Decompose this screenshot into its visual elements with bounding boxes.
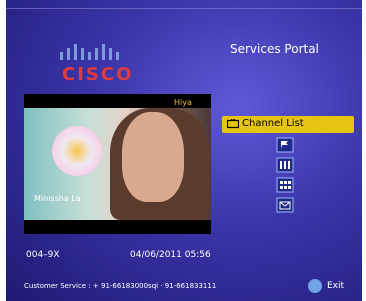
- settings-icon[interactable]: [276, 157, 294, 173]
- mail-icon[interactable]: [276, 197, 294, 213]
- flag-icon[interactable]: [276, 137, 294, 153]
- page-title: Services Portal: [230, 42, 319, 56]
- video-preview[interactable]: Hiya Minissha La: [24, 94, 211, 234]
- video-caption: Minissha La: [34, 194, 81, 203]
- menu-item-label: Channel List: [242, 118, 304, 129]
- channel-number: 004–9X: [26, 250, 60, 260]
- video-face: [122, 112, 184, 202]
- exit-label: Exit: [327, 281, 345, 291]
- video-flower: [52, 126, 102, 176]
- tv-icon: [227, 119, 239, 129]
- channel-logo: Hiya: [174, 98, 192, 107]
- top-divider: [6, 8, 362, 9]
- cisco-logo: CISCO: [62, 64, 134, 85]
- exit-arrow-icon: [308, 279, 322, 293]
- menu-item-channel-list[interactable]: Channel List: [222, 116, 354, 133]
- date-time: 04/06/2011 05:56: [130, 250, 211, 260]
- footer-bar: Customer Service : + 91-66183000sqi · 91…: [6, 276, 362, 301]
- video-scene: [24, 108, 211, 220]
- grid-icon[interactable]: [276, 177, 294, 193]
- customer-service-text: Customer Service : + 91-66183000sqi · 91…: [24, 282, 217, 290]
